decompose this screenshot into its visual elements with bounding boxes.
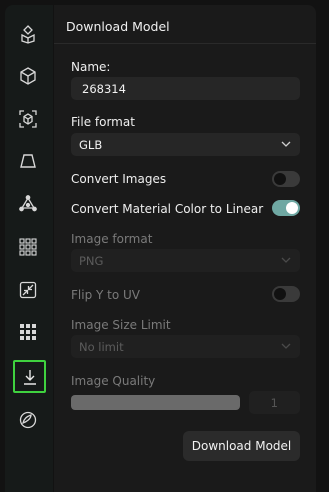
trapezoid-icon[interactable]	[13, 146, 43, 176]
grid-dots-icon[interactable]	[13, 232, 43, 262]
cube-focus-icon[interactable]	[13, 104, 43, 134]
grid-squares-icon[interactable]	[13, 317, 43, 347]
toggle-knob	[286, 202, 298, 214]
convert-images-toggle[interactable]	[272, 171, 300, 187]
convert-material-toggle[interactable]	[272, 200, 300, 216]
image-format-value: PNG	[79, 253, 104, 268]
chevron-down-icon	[281, 257, 291, 263]
convert-images-label: Convert Images	[71, 172, 167, 186]
cube-icon[interactable]	[13, 61, 43, 91]
download-model-button[interactable]: Download Model	[183, 431, 300, 461]
divider	[54, 43, 316, 44]
chevron-down-icon	[281, 141, 291, 147]
app-window: Download Model Name: 268314 File format …	[0, 0, 329, 492]
flip-y-label: Flip Y to UV	[71, 288, 140, 302]
file-format-select[interactable]: GLB	[71, 133, 300, 156]
name-label: Name:	[71, 60, 111, 74]
chevron-down-icon	[281, 343, 291, 349]
image-size-value: No limit	[79, 339, 124, 354]
toggle-knob	[274, 288, 286, 300]
file-format-value: GLB	[79, 137, 103, 152]
image-quality-slider[interactable]	[71, 395, 240, 410]
image-quality-value: 1	[270, 395, 278, 410]
panel-title: Download Model	[66, 19, 170, 34]
sidebar	[5, 5, 53, 492]
download-model-panel: Download Model Name: 268314 File format …	[54, 5, 316, 492]
image-format-label: Image format	[71, 232, 153, 246]
leaf-icon[interactable]	[13, 405, 43, 435]
convert-material-label: Convert Material Color to Linear	[71, 202, 264, 216]
image-size-select[interactable]: No limit	[71, 335, 300, 358]
shapes-icon[interactable]	[13, 19, 43, 49]
image-quality-input[interactable]: 1	[249, 391, 300, 414]
toggle-knob	[274, 173, 286, 185]
vertex-icon[interactable]	[13, 189, 43, 219]
flip-y-toggle[interactable]	[272, 286, 300, 302]
name-field[interactable]: 268314	[71, 77, 300, 100]
image-quality-label: Image Quality	[71, 374, 156, 388]
download-icon[interactable]	[13, 360, 46, 393]
name-value: 268314	[82, 81, 126, 96]
file-format-label: File format	[71, 115, 135, 129]
image-size-label: Image Size Limit	[71, 318, 171, 332]
shrink-icon[interactable]	[13, 275, 43, 305]
image-format-select[interactable]: PNG	[71, 249, 300, 272]
